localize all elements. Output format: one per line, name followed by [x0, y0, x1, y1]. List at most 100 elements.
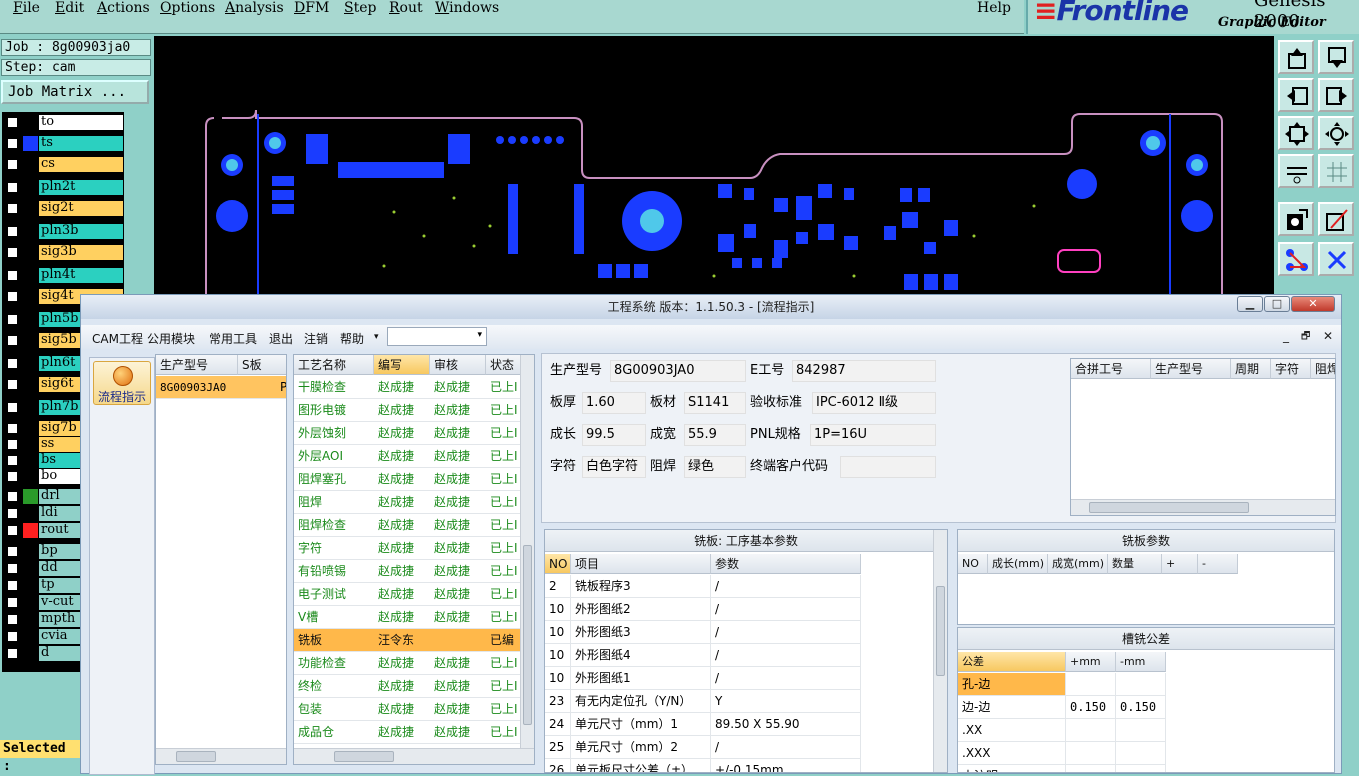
- layer-checkbox[interactable]: [6, 422, 19, 435]
- tolerance-row[interactable]: .XXX: [958, 742, 1166, 765]
- col-merge-model[interactable]: 生产型号: [1151, 359, 1231, 379]
- layer-checkbox[interactable]: [6, 202, 19, 215]
- layer-checkbox[interactable]: [6, 290, 19, 303]
- tolerance-row[interactable]: 未注明: [958, 765, 1166, 772]
- param-row[interactable]: 23 有无内定位孔（Y/N） Y: [545, 690, 861, 713]
- thickness-field[interactable]: 1.60: [582, 392, 646, 414]
- menu-common-module[interactable]: 公用模块: [147, 330, 195, 347]
- layer-row-cs[interactable]: cs: [6, 157, 124, 172]
- measure-button[interactable]: [1278, 154, 1314, 188]
- param-row[interactable]: 10 外形图纸2/: [545, 598, 861, 621]
- flow-indicator-button[interactable]: 流程指示: [93, 361, 151, 405]
- menu-help-cn[interactable]: 帮助: [340, 330, 364, 347]
- length-field[interactable]: 99.5: [582, 424, 646, 446]
- param-row[interactable]: 10 外形图纸3/: [545, 621, 861, 644]
- menu-step[interactable]: Step: [344, 0, 376, 16]
- material-field[interactable]: S1141: [684, 392, 746, 414]
- layer-row-pln4t[interactable]: pln4t: [6, 268, 124, 283]
- process-row[interactable]: 电子测试 赵成捷 赵成捷 已上I: [294, 583, 534, 606]
- graphic-canvas[interactable]: [154, 36, 1274, 298]
- col-mill-length[interactable]: 成长(mm): [988, 554, 1048, 574]
- job-matrix-button[interactable]: Job Matrix ...: [1, 80, 149, 104]
- col-reviewer[interactable]: 审核: [430, 355, 486, 375]
- accept-std-field[interactable]: IPC-6012 Ⅱ级: [812, 392, 936, 414]
- col-merge-no[interactable]: 合拼工号: [1071, 359, 1151, 379]
- window-close-button[interactable]: ✕: [1291, 296, 1335, 312]
- layer-checkbox[interactable]: [6, 378, 19, 391]
- zoom-center-button[interactable]: [1318, 116, 1354, 150]
- process-grid-hscroll[interactable]: [294, 748, 534, 764]
- mdi-restore-button[interactable]: 🗗: [1301, 329, 1310, 346]
- layer-checkbox[interactable]: [6, 313, 19, 326]
- pan-right-button[interactable]: [1318, 78, 1354, 112]
- col-s-board[interactable]: S板: [238, 355, 286, 375]
- param-row[interactable]: 2 铣板程序3/: [545, 575, 861, 598]
- pan-down-button[interactable]: [1318, 40, 1354, 74]
- layer-checkbox[interactable]: [6, 438, 19, 451]
- toolbar-dropdown[interactable]: ▾: [387, 327, 487, 346]
- process-row[interactable]: 外层AOI 赵成捷 赵成捷 已上I: [294, 445, 534, 468]
- mdi-minimize-button[interactable]: _: [1283, 329, 1289, 343]
- menu-options[interactable]: Options: [160, 0, 215, 16]
- layer-row-to[interactable]: to: [6, 115, 124, 130]
- customer-code-field[interactable]: [840, 456, 936, 478]
- layer-checkbox[interactable]: [6, 225, 19, 238]
- layer-checkbox[interactable]: [6, 334, 19, 347]
- layer-row-pln2t[interactable]: pln2t: [6, 180, 124, 195]
- pnl-field[interactable]: 1P=16U: [810, 424, 936, 446]
- process-grid-vscroll[interactable]: [520, 355, 534, 748]
- edit-feature-button[interactable]: [1318, 202, 1354, 236]
- process-row[interactable]: 外层蚀刻 赵成捷 赵成捷 已上I: [294, 422, 534, 445]
- layer-row-sig2t[interactable]: sig2t: [6, 201, 124, 216]
- col-legend[interactable]: 字符: [1271, 359, 1311, 379]
- menu-common-tools[interactable]: 常用工具: [209, 330, 257, 347]
- model-row[interactable]: 8G00903JA0 P: [156, 376, 286, 399]
- menu-edit[interactable]: Edit: [55, 0, 84, 16]
- window-minimize-button[interactable]: ▁: [1237, 296, 1263, 312]
- layer-checkbox[interactable]: [6, 470, 19, 483]
- tolerance-row[interactable]: .XX: [958, 719, 1166, 742]
- param-row[interactable]: 10 外形图纸1/: [545, 667, 861, 690]
- layer-checkbox[interactable]: [6, 524, 19, 537]
- param-row[interactable]: 10 外形图纸4/: [545, 644, 861, 667]
- process-row[interactable]: 有铅喷锡 赵成捷 赵成捷 已上I: [294, 560, 534, 583]
- process-row[interactable]: V槽 赵成捷 赵成捷 已上I: [294, 606, 534, 629]
- menu-help[interactable]: Help: [977, 0, 1011, 16]
- process-row[interactable]: 图形电镀 赵成捷 赵成捷 已上I: [294, 399, 534, 422]
- param-row[interactable]: 26 单元板尺寸公差（±） +/-0.15mm: [545, 759, 861, 772]
- col-writer[interactable]: 编写: [374, 355, 430, 375]
- layer-checkbox[interactable]: [6, 269, 19, 282]
- process-row[interactable]: 铣板 汪令东 已编: [294, 629, 534, 652]
- menu-dfm[interactable]: DFM: [294, 0, 329, 16]
- net-button[interactable]: [1278, 242, 1314, 276]
- layer-checkbox[interactable]: [6, 507, 19, 520]
- col-no[interactable]: NO: [545, 554, 571, 574]
- process-row[interactable]: 字符 赵成捷 赵成捷 已上I: [294, 537, 534, 560]
- layer-checkbox[interactable]: [6, 454, 19, 467]
- tolerance-row[interactable]: 孔-边: [958, 673, 1166, 696]
- process-row[interactable]: 终检 赵成捷 赵成捷 已上I: [294, 675, 534, 698]
- layer-checkbox[interactable]: [6, 181, 19, 194]
- mdi-close-button[interactable]: ✕: [1323, 329, 1333, 343]
- layer-checkbox[interactable]: [6, 596, 19, 609]
- menu-actions[interactable]: Actions: [97, 0, 150, 16]
- col-param[interactable]: 参数: [711, 554, 861, 574]
- col-mill-no[interactable]: NO: [958, 554, 988, 574]
- col-plus-mm[interactable]: +mm: [1066, 652, 1116, 672]
- col-process-name[interactable]: 工艺名称: [294, 355, 374, 375]
- menu-windows[interactable]: Windows: [435, 0, 499, 16]
- grid-button[interactable]: [1318, 154, 1354, 188]
- col-cycle[interactable]: 周期: [1231, 359, 1271, 379]
- layer-row-pln3b[interactable]: pln3b: [6, 224, 124, 239]
- col-item[interactable]: 项目: [571, 554, 711, 574]
- delete-button[interactable]: [1318, 242, 1354, 276]
- layer-row-sig3b[interactable]: sig3b: [6, 245, 124, 260]
- col-plus[interactable]: +: [1162, 554, 1198, 574]
- pan-left-button[interactable]: [1278, 78, 1314, 112]
- zoom-fit-button[interactable]: [1278, 116, 1314, 150]
- layer-row-ts[interactable]: ts: [6, 136, 124, 151]
- pan-up-button[interactable]: [1278, 40, 1314, 74]
- process-row[interactable]: 阻焊 赵成捷 赵成捷 已上I: [294, 491, 534, 514]
- col-model[interactable]: 生产型号: [156, 355, 238, 375]
- e-no-field[interactable]: 842987: [792, 360, 936, 382]
